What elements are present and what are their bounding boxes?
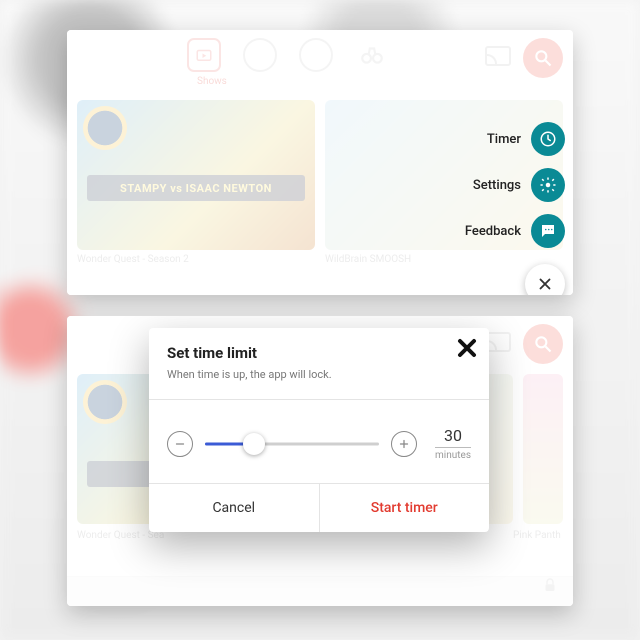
fab-item-timer[interactable]: Timer (487, 122, 565, 156)
tab-shows[interactable] (187, 38, 221, 72)
bottom-toolbar (67, 576, 573, 606)
fab-label: Feedback (465, 224, 521, 239)
fab-action-menu: Timer Settings Feedback (465, 122, 565, 295)
thumbnail-title: STAMPY vs ISAAC NEWTON (87, 175, 305, 201)
thumbnail-caption: Pink Panth (513, 530, 563, 541)
close-icon (525, 264, 565, 295)
decrement-button[interactable] (167, 431, 193, 457)
screenshot-timer-dialog: STAMPY Wonder Quest - Sea Pink Panth Set… (67, 316, 573, 606)
video-thumbnail[interactable]: STAMPY vs ISAAC NEWTON (77, 100, 315, 250)
fab-close[interactable] (525, 264, 565, 295)
time-value: 30 (435, 426, 471, 448)
fab-label: Timer (487, 132, 521, 147)
fab-label: Settings (473, 178, 521, 193)
screenshot-fab-menu: Shows STAMPY vs ISAAC NEWTON Wonder Ques… (67, 30, 573, 295)
dialog-close-button[interactable] (455, 336, 479, 364)
tab-learning[interactable] (299, 38, 333, 72)
tab-shows-label: Shows (197, 76, 227, 87)
cancel-button[interactable]: Cancel (149, 484, 320, 532)
fab-item-feedback[interactable]: Feedback (465, 214, 565, 248)
series-badge-icon (83, 106, 127, 150)
thumbnail-caption: Wonder Quest - Season 2 (77, 254, 315, 265)
search-button[interactable] (523, 38, 563, 78)
set-time-limit-dialog: Set time limit When time is up, the app … (149, 328, 489, 532)
lock-icon[interactable] (541, 576, 559, 598)
tab-explore[interactable] (355, 38, 389, 72)
feedback-icon (531, 214, 565, 248)
fab-item-settings[interactable]: Settings (473, 168, 565, 202)
category-tabs (187, 38, 389, 72)
series-badge-icon (83, 380, 127, 424)
time-slider[interactable] (205, 433, 379, 455)
increment-button[interactable] (391, 431, 417, 457)
start-timer-button[interactable]: Start timer (320, 484, 490, 532)
search-button[interactable] (523, 324, 563, 364)
slider-knob[interactable] (243, 433, 265, 455)
dialog-title: Set time limit (167, 344, 471, 362)
gear-icon (531, 168, 565, 202)
clock-icon (531, 122, 565, 156)
time-unit: minutes (435, 450, 471, 461)
time-value-display: 30 minutes (435, 426, 471, 461)
dialog-subtitle: When time is up, the app will lock. (167, 368, 471, 381)
video-thumbnail[interactable] (523, 374, 563, 524)
cast-icon[interactable] (485, 46, 511, 66)
tab-music[interactable] (243, 38, 277, 72)
